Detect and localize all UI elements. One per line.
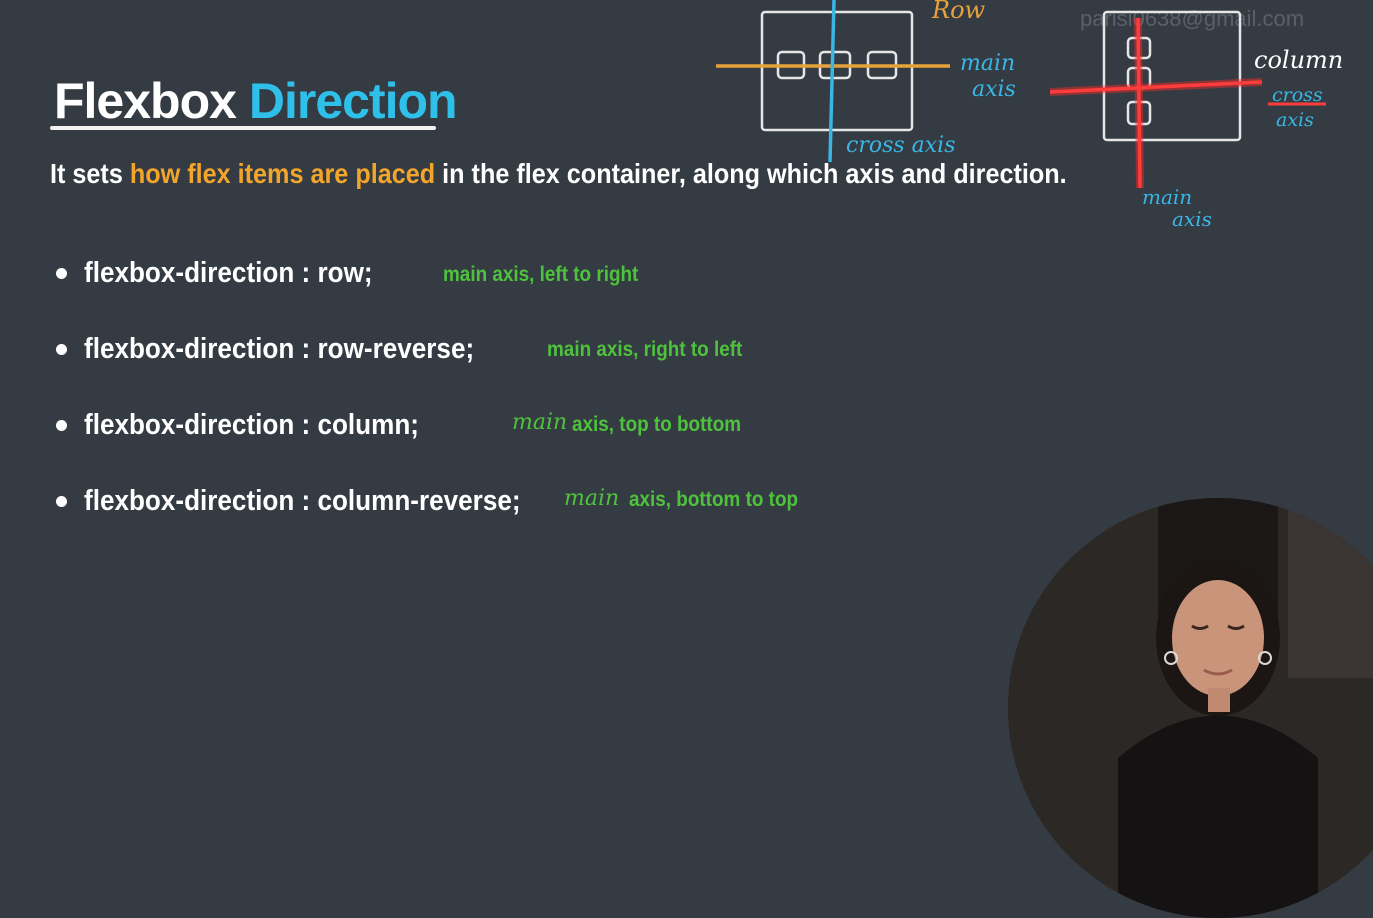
slide: parisi0638@gmail.com Flexbox Direction I… [0, 0, 1373, 918]
column-cross-axis-label-2: axis [1276, 109, 1314, 131]
row-main-axis-label-2: axis [972, 77, 1016, 102]
row-label: Row [931, 0, 986, 24]
row-cross-axis-line [828, 0, 836, 163]
row-main-axis-label-1: main [960, 51, 1015, 76]
column-container-box [1102, 10, 1242, 142]
column-label: column [1254, 46, 1343, 74]
row-diagram: Row main axis cross axis [716, 0, 1016, 163]
column-diagram: column cross axis main axis [1049, 10, 1343, 231]
column-main-axis-label-1: main [1142, 185, 1192, 209]
row-cross-axis-label: cross axis [846, 133, 956, 158]
row-container-box [760, 10, 914, 132]
column-main-axis-label-2: axis [1172, 207, 1212, 231]
column-main-axis-line [1136, 17, 1142, 189]
